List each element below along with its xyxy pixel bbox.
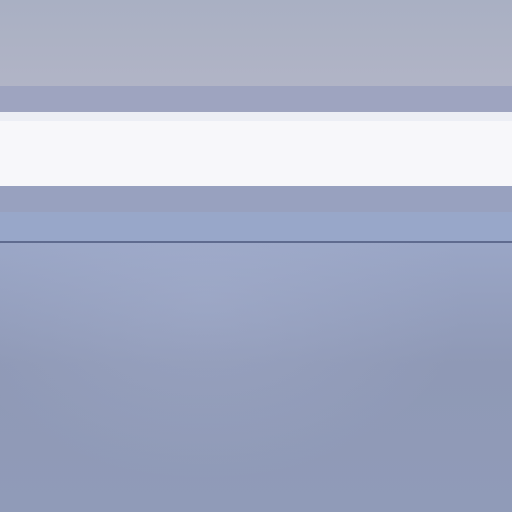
address-bar[interactable] [0, 112, 512, 186]
address-bar-top-edge [0, 112, 512, 121]
content-area [0, 243, 512, 512]
secondary-toolbar [0, 186, 512, 212]
toolbar-strip [0, 86, 512, 112]
title-bar [0, 0, 512, 86]
tab-strip [0, 212, 512, 241]
app-window [0, 0, 512, 512]
